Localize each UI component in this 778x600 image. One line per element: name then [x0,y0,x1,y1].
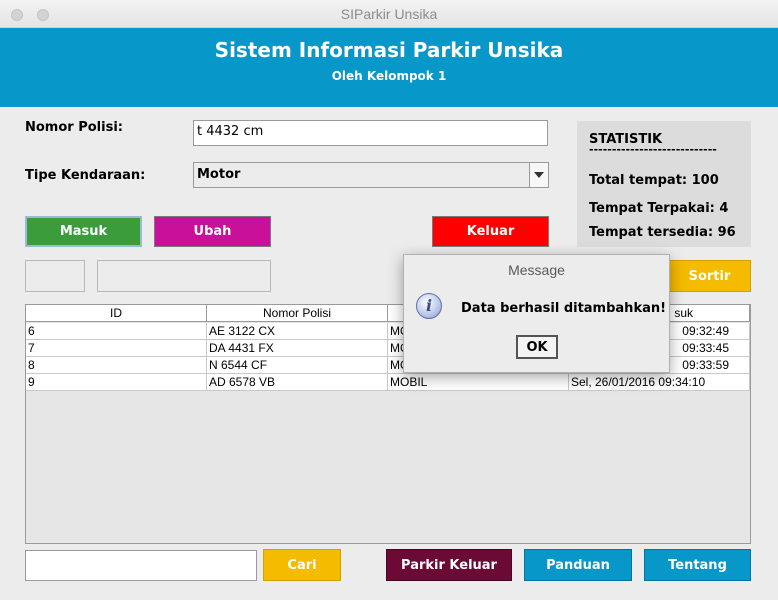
cell-nomor-polisi: AE 3122 CX [207,323,388,339]
message-dialog: Message i Data berhasil ditambahkan! OK [403,254,670,373]
statistik-panel: STATISTIK ---------------------------- T… [577,121,751,247]
ubah-button[interactable]: Ubah [154,216,271,247]
masuk-button[interactable]: Masuk [25,216,142,247]
nomor-polisi-input[interactable]: t 4432 cm [193,120,548,146]
header-banner: Sistem Informasi Parkir Unsika Oleh Kelo… [0,28,778,107]
app-title: Sistem Informasi Parkir Unsika [214,38,564,62]
tentang-button[interactable]: Tentang [644,549,751,581]
keluar-button[interactable]: Keluar [432,216,549,247]
window-titlebar: SIParkir Unsika [0,0,778,28]
detail-field[interactable] [97,260,271,292]
chevron-down-icon[interactable] [529,163,548,187]
info-icon: i [416,293,442,319]
nomor-polisi-label: Nomor Polisi: [25,120,123,135]
cell-nomor-polisi: N 6544 CF [207,357,388,373]
cell-id: 6 [26,323,207,339]
id-field[interactable] [25,260,85,292]
tipe-kendaraan-value: Motor [197,167,241,182]
table-row[interactable]: 9 AD 6578 VB MOBIL Sel, 26/01/2016 09:34… [26,374,750,391]
ok-button[interactable]: OK [516,335,558,359]
cell-waktu: Sel, 26/01/2016 09:34:10 [569,374,750,390]
cell-id: 8 [26,357,207,373]
cell-nomor-polisi: AD 6578 VB [207,374,388,390]
tipe-kendaraan-label: Tipe Kendaraan: [25,168,146,183]
cell-tipe: MOBIL [388,374,569,390]
total-tempat: Total tempat: 100 [589,173,719,188]
window-title: SIParkir Unsika [340,6,438,22]
cari-button[interactable]: Cari [263,549,341,581]
tempat-tersedia: Tempat tersedia: 96 [589,225,736,240]
dialog-title: Message [508,262,565,278]
tempat-terpakai: Tempat Terpakai: 4 [589,201,729,216]
sortir-button[interactable]: Sortir [668,260,751,292]
cell-id: 7 [26,340,207,356]
parkir-keluar-button[interactable]: Parkir Keluar [386,549,512,581]
cell-nomor-polisi: DA 4431 FX [207,340,388,356]
column-header-nomor-polisi[interactable]: Nomor Polisi [207,305,388,321]
dialog-message: Data berhasil ditambahkan! [461,301,667,316]
panduan-button[interactable]: Panduan [524,549,632,581]
tipe-kendaraan-select[interactable]: Motor [193,162,549,188]
cell-id: 9 [26,374,207,390]
cari-input[interactable] [25,550,257,581]
statistik-divider: ---------------------------- [589,143,717,156]
app-subtitle: Oleh Kelompok 1 [331,69,447,83]
column-header-id[interactable]: ID [26,305,207,321]
